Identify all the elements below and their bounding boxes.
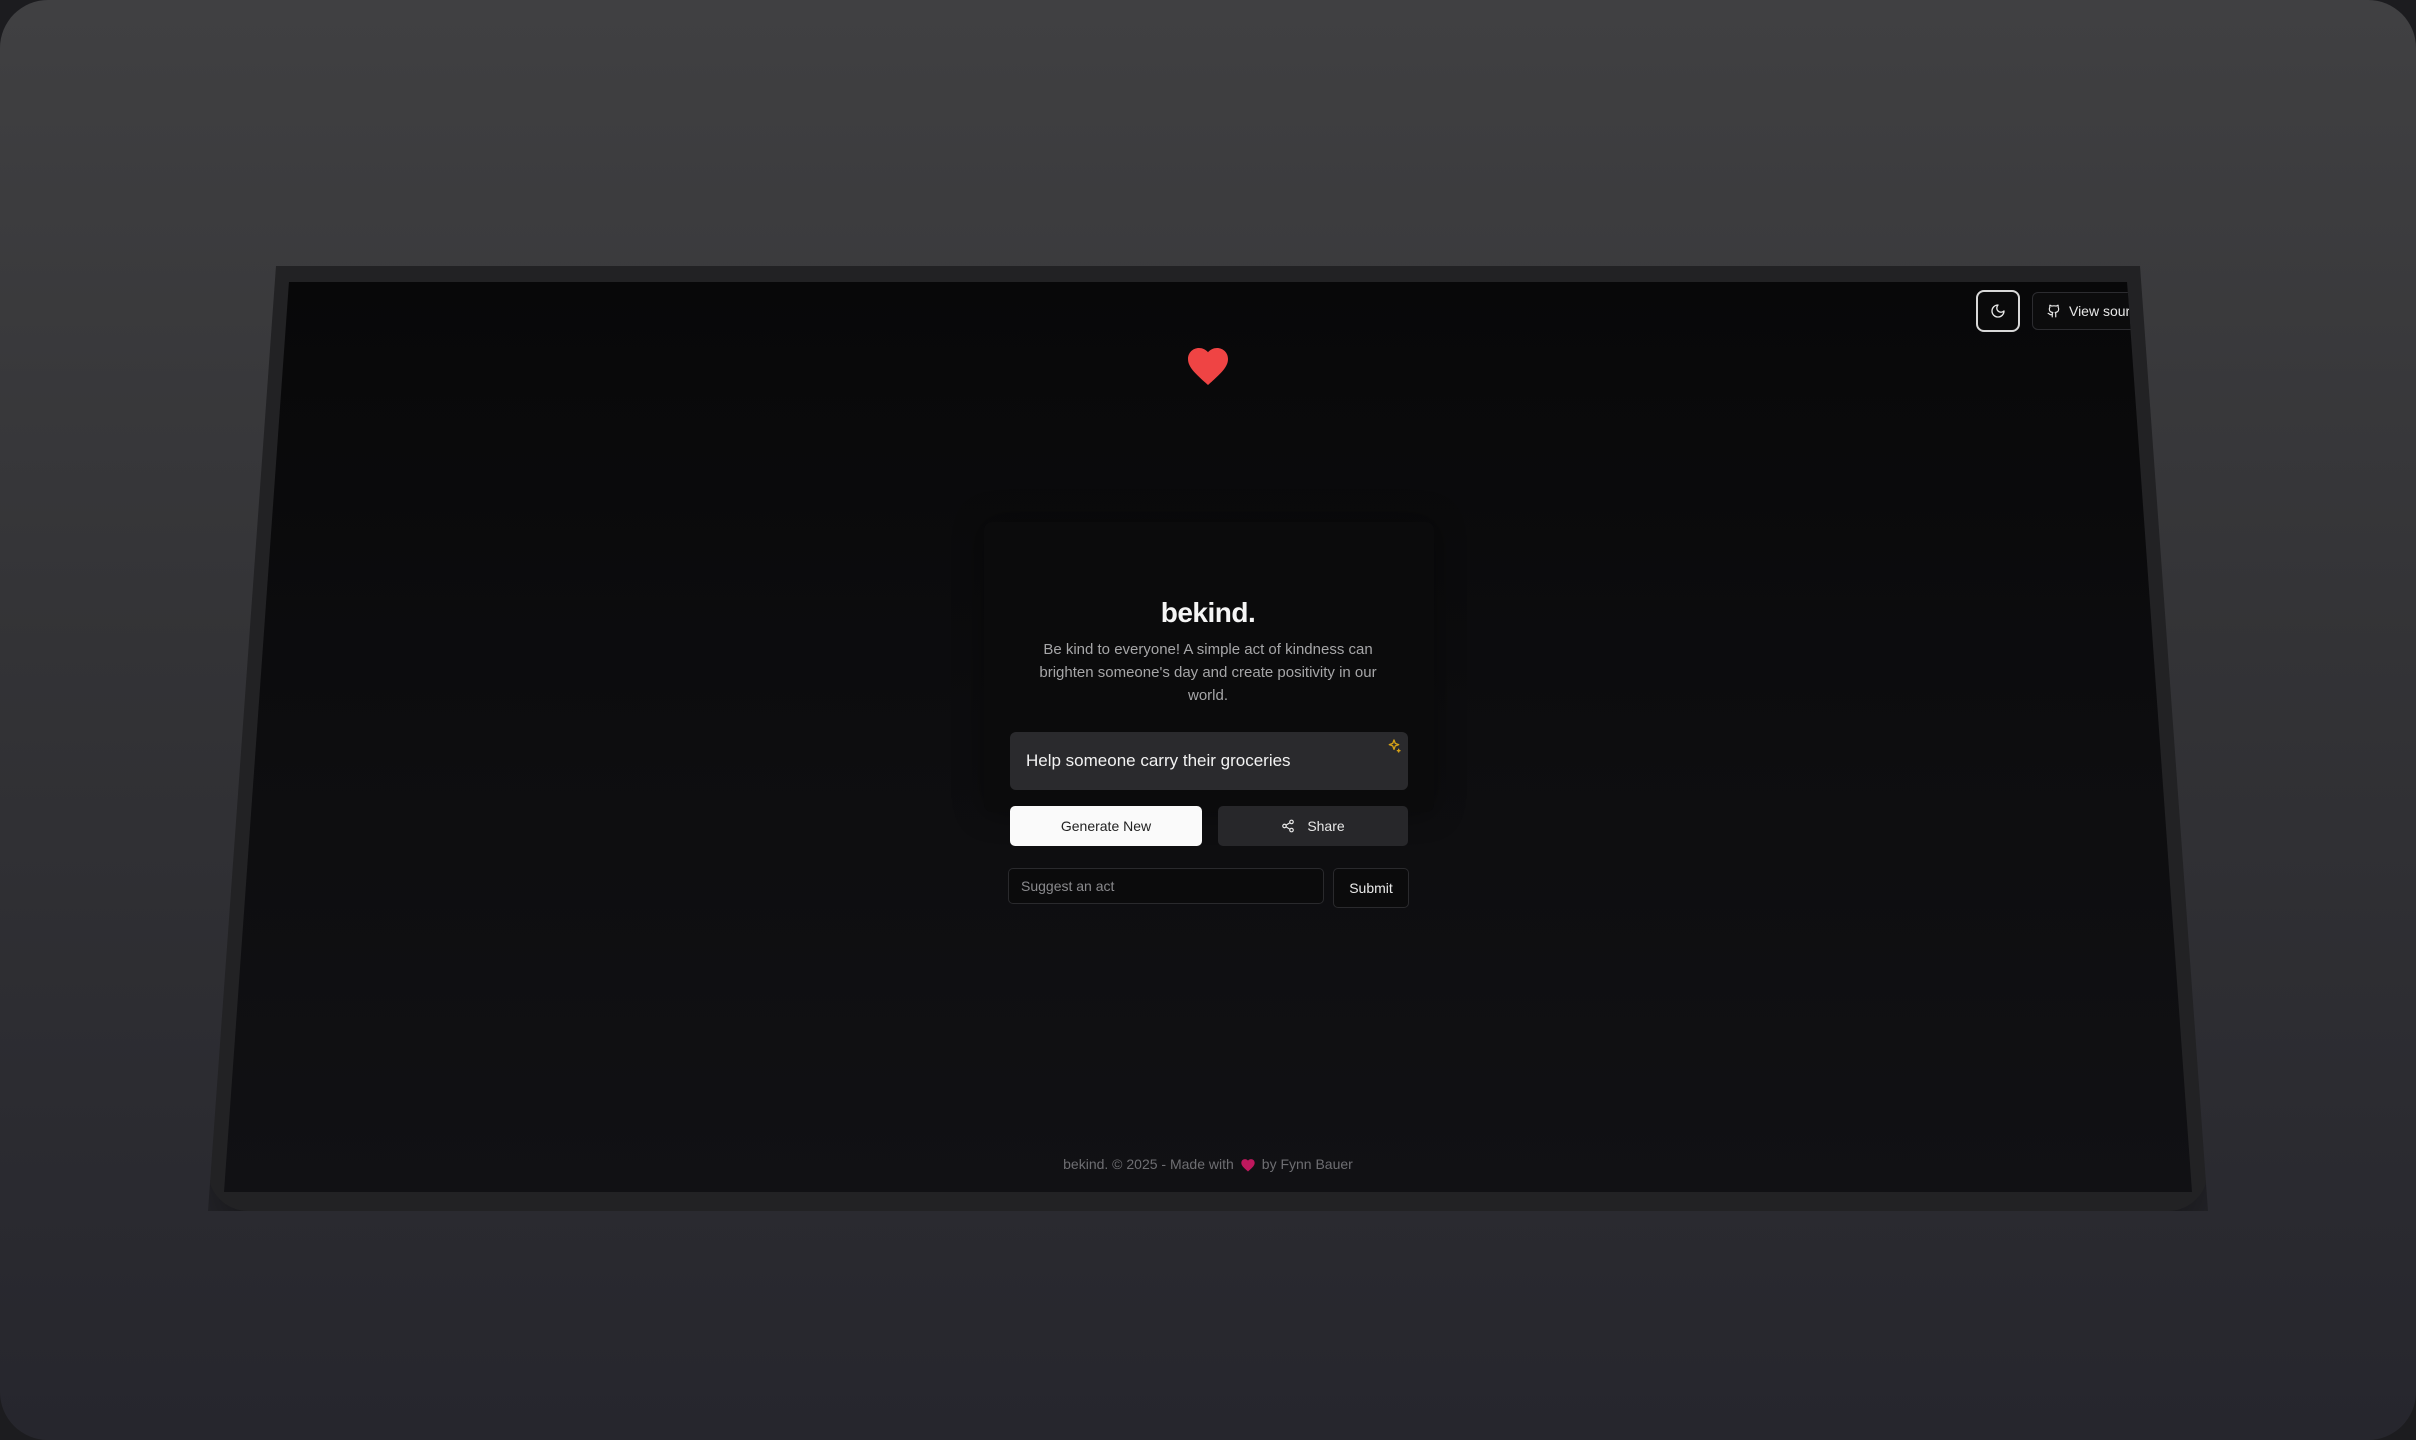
share-icon — [1282, 819, 1295, 833]
suggest-act-placeholder: Suggest an act — [1021, 878, 1115, 894]
share-button[interactable]: Share — [1218, 806, 1408, 846]
kindness-act-display: Help someone carry their groceries — [1010, 732, 1408, 790]
footer: bekind. © 2025 - Made with by Fynn Bauer — [224, 1156, 2192, 1172]
sparkle-icon — [1386, 738, 1402, 759]
page-title: bekind. — [1160, 597, 1256, 628]
moon-icon — [1991, 304, 2005, 318]
kindness-act-text: Help someone carry their groceries — [1026, 751, 1291, 770]
page-subtitle: Be kind to everyone! A simple act of kin… — [1039, 641, 1377, 704]
theme-toggle-button[interactable] — [1975, 290, 2020, 332]
footer-prefix: bekind. © 2025 - Made with — [1063, 1156, 1234, 1172]
footer-suffix: by Fynn Bauer — [1261, 1156, 1353, 1172]
app-screen: View source bekind. Be kind to everyone!… — [224, 282, 2192, 1192]
logo — [224, 342, 2192, 386]
heart-icon — [1241, 1158, 1255, 1171]
submit-button[interactable]: Submit — [1333, 868, 1409, 908]
heart-icon — [1188, 348, 1228, 385]
device-mockup: View source bekind. Be kind to everyone!… — [0, 0, 2416, 1440]
share-label: Share — [1307, 818, 1345, 834]
generate-new-button[interactable]: Generate New — [1010, 806, 1202, 846]
suggest-act-input[interactable]: Suggest an act — [1008, 868, 1324, 904]
github-icon — [2047, 304, 2060, 318]
